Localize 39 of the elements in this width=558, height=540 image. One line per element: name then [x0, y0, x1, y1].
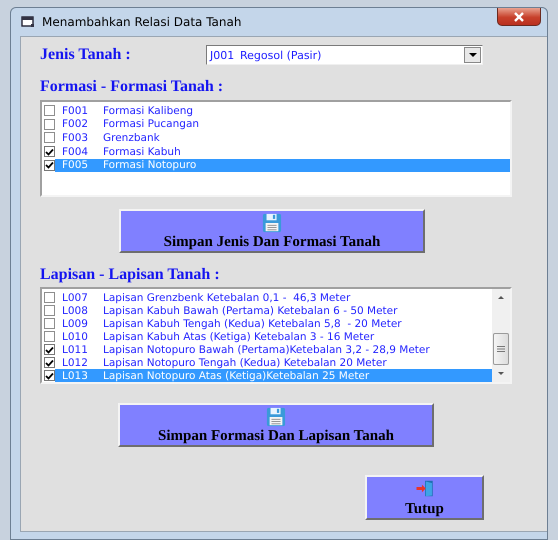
checkbox[interactable]: [44, 357, 55, 368]
checkbox[interactable]: [44, 105, 55, 116]
checkbox[interactable]: [44, 370, 55, 381]
save-button[interactable]: Simpan Formasi Dan Lapisan Tanah: [118, 403, 434, 447]
section-label: Formasi - Formasi Tanah :: [40, 77, 224, 97]
scroll-down-icon[interactable]: [498, 372, 504, 375]
checkbox[interactable]: [44, 292, 55, 303]
checkbox[interactable]: [44, 132, 55, 144]
save-button[interactable]: Simpan Jenis Dan Formasi Tanah: [119, 209, 425, 253]
section-label: Lapisan - Lapisan Tanah :: [40, 265, 221, 285]
dropdown-field[interactable]: J001 Regosol (Pasir): [206, 45, 483, 65]
scroll-up-icon[interactable]: [498, 296, 504, 299]
list-item[interactable]: L008 Lapisan Kabuh Bawah (Pertama) Ketebalan 6 - 50 Meter: [55, 304, 492, 317]
checkbox[interactable]: [44, 344, 55, 355]
list-item[interactable]: L010 Lapisan Kabuh Atas (Ketiga) Ketebalan 3 - 16 Meter: [55, 330, 492, 343]
list-item[interactable]: F001 Formasi Kalibeng: [55, 104, 510, 118]
list-item[interactable]: L007 Lapisan Grenzbenk Ketebalan 0,1 - 46,3 Meter: [55, 291, 492, 304]
checkbox[interactable]: [44, 146, 55, 158]
list-item[interactable]: F003 Grenzbank: [55, 131, 510, 144]
caret-icon: [468, 53, 476, 57]
list-item[interactable]: F004 Formasi Kabuh: [55, 145, 510, 158]
checkbox[interactable]: [44, 305, 55, 316]
checkbox[interactable]: [44, 318, 55, 329]
list-item[interactable]: L012 Lapisan Notopuro Tengah (Kedua) Ketebalan 20 Meter: [55, 356, 492, 369]
dropdown-button[interactable]: [464, 47, 481, 63]
close-button[interactable]: [497, 8, 541, 26]
close-icon: [513, 12, 525, 22]
close-button[interactable]: Tutup: [365, 475, 484, 520]
window-icon: [21, 16, 35, 28]
checkbox[interactable]: [44, 331, 55, 342]
scrollbar[interactable]: [492, 289, 510, 382]
checkbox[interactable]: [44, 160, 55, 171]
section-label: Jenis Tanah :: [40, 46, 132, 64]
list-item[interactable]: L009 Lapisan Kabuh Tengah (Kedua) Ketebalan 5,8 - 20 Meter: [55, 317, 492, 330]
window-title: Menambahkan Relasi Data Tanah: [42, 15, 242, 29]
checkbox[interactable]: [44, 118, 55, 130]
list-item[interactable]: L011 Lapisan Notopuro Bawah (Pertama)Ketebalan 3,2 - 28,9 Meter: [55, 343, 492, 356]
scrollbar-thumb[interactable]: [493, 333, 509, 365]
list-item[interactable]: F002 Formasi Pucangan: [55, 118, 510, 131]
